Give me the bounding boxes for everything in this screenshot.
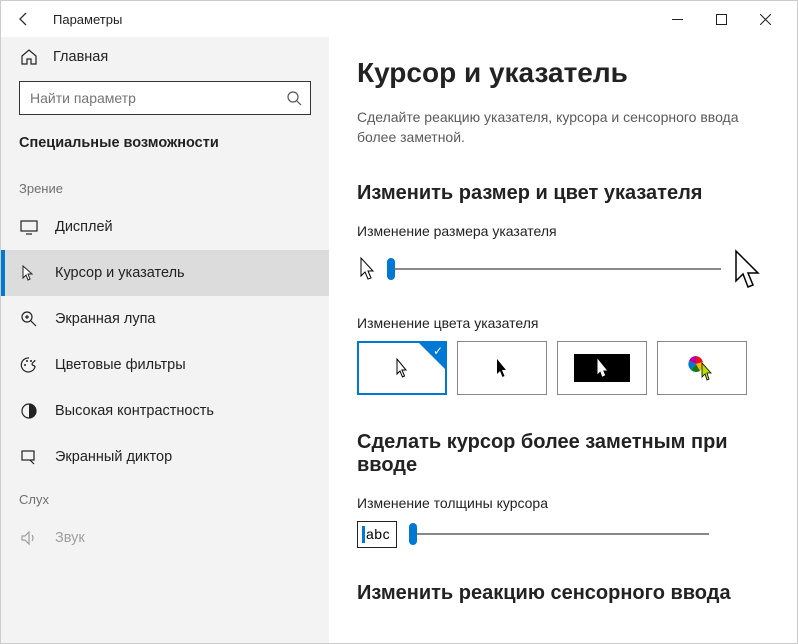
narrator-icon [19, 447, 39, 467]
search-icon [286, 90, 302, 106]
sidebar-item-label: Дисплей [55, 219, 113, 235]
sidebar-item-label: Высокая контрастность [55, 403, 214, 419]
section-title: Специальные возможности [1, 135, 329, 169]
sidebar-item-label: Цветовые фильтры [55, 357, 186, 373]
back-button[interactable] [15, 10, 45, 28]
sidebar-item-label: Звук [55, 530, 85, 546]
sidebar-item-display[interactable]: Дисплей [1, 204, 329, 250]
thickness-preview: abc [357, 521, 397, 548]
sidebar-item-cursor[interactable]: Курсор и указатель [1, 250, 329, 296]
abc-text: abc [366, 526, 390, 542]
group-hearing: Слух [1, 480, 329, 515]
sound-icon [19, 528, 39, 548]
group-vision: Зрение [1, 169, 329, 204]
pointer-size-label: Изменение размера указателя [357, 223, 763, 239]
sidebar-item-label: Экранная лупа [55, 311, 155, 327]
section-cursor-heading: Сделать курсор более заметным при вводе [357, 431, 763, 477]
sidebar-item-magnifier[interactable]: Экранная лупа [1, 296, 329, 342]
color-opt-white[interactable]: ✓ [357, 341, 447, 395]
sidebar-item-label: Курсор и указатель [55, 265, 185, 281]
cursor-thickness-label: Изменение толщины курсора [357, 495, 763, 511]
maximize-button[interactable] [699, 3, 743, 35]
color-opt-black[interactable] [457, 341, 547, 395]
color-opt-custom[interactable] [657, 341, 747, 395]
cursor-large-icon [731, 249, 763, 289]
page-desc: Сделайте реакцию указателя, курсора и се… [357, 107, 763, 148]
close-button[interactable] [743, 3, 787, 35]
sidebar-item-narrator[interactable]: Экранный диктор [1, 434, 329, 480]
section-touch-heading: Изменить реакцию сенсорного ввода [357, 582, 763, 605]
cursor-icon [19, 263, 39, 283]
home-icon [19, 47, 39, 67]
contrast-icon [19, 401, 39, 421]
magnifier-icon [19, 309, 39, 329]
display-icon [19, 217, 39, 237]
sidebar-item-colorfilters[interactable]: Цветовые фильтры [1, 342, 329, 388]
sidebar-item-highcontrast[interactable]: Высокая контрастность [1, 388, 329, 434]
cursor-thickness-slider[interactable] [409, 521, 709, 547]
sidebar: Главная Специальные возможности Зрение Д… [1, 37, 329, 643]
sidebar-home[interactable]: Главная [1, 37, 329, 81]
cursor-small-icon [357, 256, 377, 282]
check-icon: ✓ [433, 344, 443, 358]
home-label: Главная [53, 49, 108, 65]
minimize-button[interactable] [655, 3, 699, 35]
search-input[interactable] [20, 82, 310, 114]
pointer-size-slider[interactable] [387, 256, 721, 282]
palette-icon [19, 355, 39, 375]
section-pointer-heading: Изменить размер и цвет указателя [357, 182, 763, 205]
color-opt-inverted[interactable] [557, 341, 647, 395]
sidebar-item-label: Экранный диктор [55, 449, 172, 465]
pointer-color-label: Изменение цвета указателя [357, 315, 763, 331]
main-content: Курсор и указатель Сделайте реакцию указ… [329, 37, 797, 643]
search-input-wrap[interactable] [19, 81, 311, 115]
window-title: Параметры [53, 12, 122, 27]
page-title: Курсор и указатель [357, 57, 763, 89]
sidebar-item-sound[interactable]: Звук [1, 515, 329, 561]
